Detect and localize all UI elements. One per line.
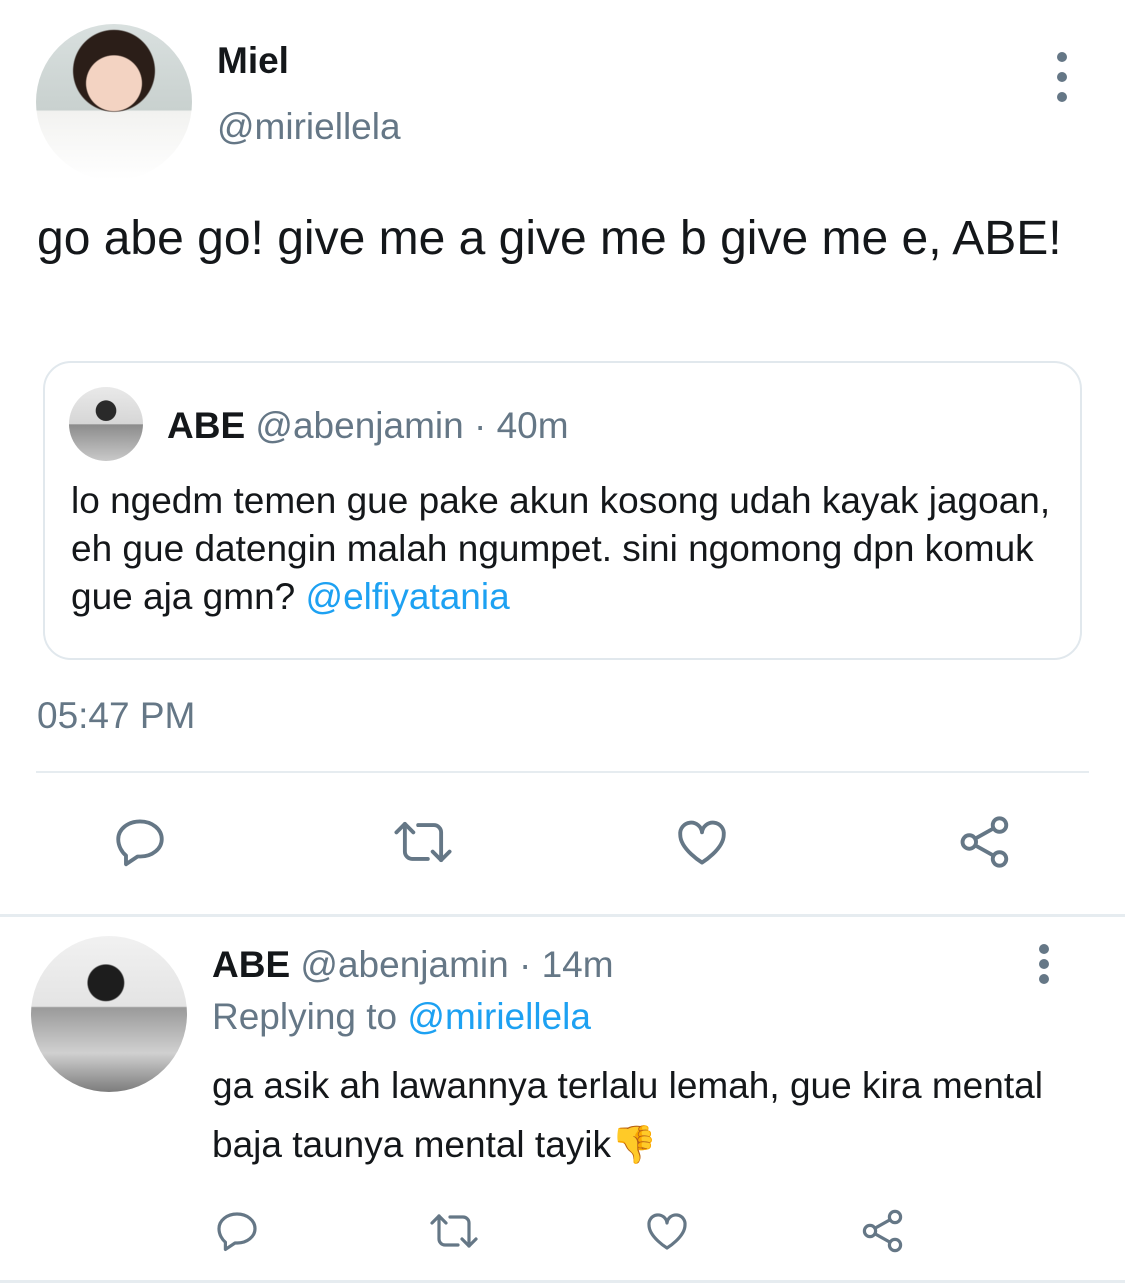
more-vertical-icon[interactable]	[1022, 944, 1066, 984]
reply-author-avatar[interactable]	[31, 936, 187, 1092]
reply-separator: ·	[508, 944, 542, 985]
heart-icon[interactable]	[642, 1206, 692, 1256]
main-author-avatar[interactable]	[36, 24, 192, 180]
replying-to-label: Replying to	[212, 996, 408, 1037]
quoted-author-handle: @abenjamin	[255, 405, 464, 446]
quoted-tweet-header: ABE @abenjamin · 40m	[167, 405, 569, 447]
main-tweet-timestamp: 05:47 PM	[37, 695, 196, 736]
quoted-mention-link[interactable]: @elfiyatania	[306, 576, 510, 617]
retweet-icon[interactable]	[425, 1206, 483, 1256]
main-tweet-text: go abe go! give me a give me b give me e…	[37, 212, 1062, 265]
share-icon[interactable]	[858, 1206, 908, 1256]
reply-tweet-text: ga asik ah lawannya terlalu lemah, gue k…	[212, 1056, 1092, 1174]
quoted-author-avatar	[69, 387, 143, 461]
more-vertical-icon[interactable]	[1040, 52, 1084, 102]
reply-tweet-age: 14m	[541, 944, 614, 985]
quoted-tweet-age: 40m	[496, 405, 569, 446]
reply-author-handle[interactable]: @abenjamin	[300, 944, 508, 985]
reply-tweet-header: ABE @abenjamin · 14m	[212, 944, 614, 986]
divider	[0, 1280, 1125, 1283]
reply-icon[interactable]	[110, 812, 170, 872]
reply-author-name[interactable]: ABE	[212, 944, 290, 985]
divider	[0, 914, 1125, 917]
main-author-handle[interactable]: @miriellela	[217, 106, 401, 148]
quoted-tweet-body: lo ngedm temen gue pake akun kosong udah…	[71, 480, 1051, 617]
replying-to-context: Replying to @miriellela	[212, 996, 591, 1038]
thumbs-down-emoji: 👎	[611, 1124, 658, 1165]
share-icon[interactable]	[955, 812, 1015, 872]
quoted-separator: ·	[463, 405, 497, 446]
replying-to-mention-link[interactable]: @miriellela	[407, 996, 591, 1037]
quoted-tweet-text: lo ngedm temen gue pake akun kosong udah…	[71, 477, 1061, 621]
retweet-icon[interactable]	[388, 812, 458, 872]
quoted-tweet-card[interactable]: ABE @abenjamin · 40m lo ngedm temen gue …	[43, 361, 1082, 660]
reply-icon[interactable]	[212, 1206, 262, 1256]
main-author-name[interactable]: Miel	[217, 40, 289, 82]
quoted-author-name: ABE	[167, 405, 246, 446]
divider	[36, 771, 1089, 773]
heart-icon[interactable]	[672, 812, 732, 872]
